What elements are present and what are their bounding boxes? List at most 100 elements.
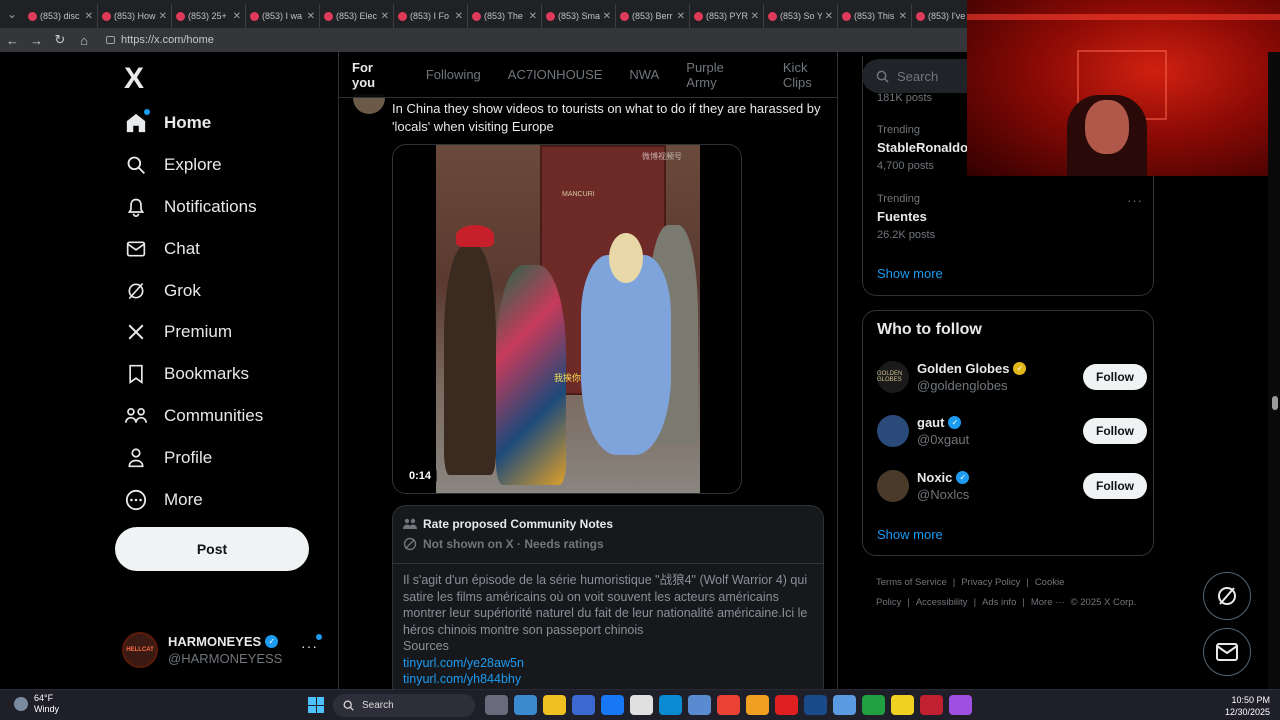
site-info-icon[interactable] xyxy=(106,36,115,44)
browser-tab[interactable]: (853) PYR ✕ xyxy=(690,4,764,28)
sidebar-item-grok[interactable]: Grok xyxy=(124,270,263,312)
taskbar-app-icon[interactable] xyxy=(659,695,682,715)
close-tab-icon[interactable]: ✕ xyxy=(233,11,241,22)
taskbar-app-icon[interactable] xyxy=(804,695,827,715)
page-scrollbar[interactable] xyxy=(1268,52,1280,692)
more-dots-icon[interactable]: ··· xyxy=(301,638,318,654)
footer-link[interactable]: Terms of Service xyxy=(876,577,947,588)
close-tab-icon[interactable]: ✕ xyxy=(159,11,167,22)
taskbar-search[interactable]: Search xyxy=(333,694,475,717)
follow-suggestion[interactable]: Noxic ✓ @Noxlcs Follow xyxy=(877,466,1147,506)
browser-tab[interactable]: (853) How ✕ xyxy=(98,4,172,28)
tab-search-button[interactable]: ⌄ xyxy=(0,0,24,28)
taskbar-app-icon[interactable] xyxy=(601,695,624,715)
close-tab-icon[interactable]: ✕ xyxy=(455,11,463,22)
footer-link[interactable]: Ads info xyxy=(982,597,1016,608)
taskbar-app-icon[interactable] xyxy=(862,695,885,715)
taskbar-app-icon[interactable] xyxy=(949,695,972,715)
tab-kick-clips[interactable]: Kick Clips xyxy=(783,60,837,90)
tab-for-you[interactable]: For you xyxy=(352,60,399,90)
avatar[interactable]: GOLDEN GLOBES xyxy=(877,361,909,393)
close-tab-icon[interactable]: ✕ xyxy=(307,11,315,22)
close-tab-icon[interactable]: ✕ xyxy=(825,11,833,22)
taskbar-app-icon[interactable] xyxy=(746,695,769,715)
taskbar-app-icon[interactable] xyxy=(572,695,595,715)
taskbar-app-icon[interactable] xyxy=(485,695,508,715)
taskbar-app-icon[interactable] xyxy=(775,695,798,715)
url-field[interactable]: https://x.com/home xyxy=(106,34,214,46)
sidebar-item-profile[interactable]: Profile xyxy=(124,437,263,479)
back-icon[interactable]: ← xyxy=(6,33,19,48)
forward-icon[interactable]: → xyxy=(30,33,43,48)
account-switcher[interactable]: HELLCAT HARMONEYES ✓ @HARMONEYESS ··· xyxy=(122,628,332,672)
close-tab-icon[interactable]: ✕ xyxy=(85,11,93,22)
taskbar-app-icon[interactable] xyxy=(920,695,943,715)
browser-tab[interactable]: (853) I Fo ✕ xyxy=(394,4,468,28)
close-tab-icon[interactable]: ✕ xyxy=(529,11,537,22)
sidebar-item-communities[interactable]: Communities xyxy=(124,395,263,437)
browser-tab[interactable]: (853) I wa ✕ xyxy=(246,4,320,28)
browser-tab[interactable]: (853) 25+ ✕ xyxy=(172,4,246,28)
post-video[interactable]: MANCURI 微博视频号 我挨你 0:14 xyxy=(392,144,742,494)
follow-suggestion[interactable]: gaut ✓ @0xgaut Follow xyxy=(877,411,1147,451)
video-watermark: 微博视频号 xyxy=(642,152,682,161)
avatar[interactable] xyxy=(877,415,909,447)
sidebar-item-more[interactable]: More xyxy=(124,479,263,521)
footer-link[interactable]: Privacy Policy xyxy=(961,577,1020,588)
taskbar-app-icon[interactable] xyxy=(891,695,914,715)
who-to-follow-show-more-link[interactable]: Show more xyxy=(877,527,943,542)
tab-nwa[interactable]: NWA xyxy=(629,67,659,82)
close-tab-icon[interactable]: ✕ xyxy=(603,11,611,22)
tab-purple-army[interactable]: Purple Army xyxy=(686,60,756,90)
source-link[interactable]: tinyurl.com/yh844bhy xyxy=(403,671,813,688)
follow-button[interactable]: Follow xyxy=(1083,364,1147,390)
community-note-header[interactable]: Rate proposed Community Notes Not shown … xyxy=(393,506,823,564)
source-link[interactable]: tinyurl.com/ye28aw5n xyxy=(403,655,813,672)
home-browser-icon[interactable]: ⌂ xyxy=(78,33,90,48)
sidebar-item-bookmarks[interactable]: Bookmarks xyxy=(124,353,263,395)
follow-button[interactable]: Follow xyxy=(1083,473,1147,499)
follow-suggestion[interactable]: GOLDEN GLOBES Golden Globes ✓ @goldenglobes… xyxy=(877,357,1147,397)
reload-icon[interactable]: ↻ xyxy=(54,32,66,48)
browser-tab[interactable]: (853) disc ✕ xyxy=(24,4,98,28)
avatar[interactable] xyxy=(877,470,909,502)
tab-following[interactable]: Following xyxy=(426,67,481,82)
trend-more-icon[interactable]: ··· xyxy=(1127,193,1143,208)
browser-tab[interactable]: (853) Elec ✕ xyxy=(320,4,394,28)
sidebar-item-chat[interactable]: Chat xyxy=(124,228,263,270)
x-logo[interactable]: X xyxy=(124,62,144,96)
taskbar-app-icon[interactable] xyxy=(543,695,566,715)
post-button[interactable]: Post xyxy=(115,527,309,571)
browser-tab[interactable]: (853) This ✕ xyxy=(838,4,912,28)
taskbar-app-icon[interactable] xyxy=(688,695,711,715)
taskbar-app-icon[interactable] xyxy=(717,695,740,715)
close-tab-icon[interactable]: ✕ xyxy=(751,11,759,22)
sidebar-item-home[interactable]: Home xyxy=(124,102,263,144)
close-tab-icon[interactable]: ✕ xyxy=(381,11,389,22)
close-tab-icon[interactable]: ✕ xyxy=(899,11,907,22)
taskbar-app-icon[interactable] xyxy=(514,695,537,715)
browser-tab[interactable]: (853) So Y ✕ xyxy=(764,4,838,28)
video-frame[interactable]: MANCURI 微博视频号 我挨你 xyxy=(436,145,700,493)
tab-ac7ionhouse[interactable]: AC7IONHOUSE xyxy=(508,67,603,82)
messages-floating-button[interactable] xyxy=(1203,628,1251,676)
trends-show-more-link[interactable]: Show more xyxy=(877,266,943,281)
trend-item[interactable]: Trending Fuentes 26.2K posts ··· xyxy=(877,193,1147,241)
taskbar-app-icon[interactable] xyxy=(833,695,856,715)
footer-link[interactable]: More ··· xyxy=(1031,597,1065,608)
browser-tab[interactable]: (853) The ✕ xyxy=(468,4,542,28)
follow-button[interactable]: Follow xyxy=(1083,418,1147,444)
sidebar-item-premium[interactable]: Premium xyxy=(124,311,263,353)
weather-widget[interactable]: 64°F Windy xyxy=(14,693,59,715)
browser-tab[interactable]: (853) Berr ✕ xyxy=(616,4,690,28)
grok-floating-button[interactable] xyxy=(1203,572,1251,620)
browser-tab[interactable]: (853) Sma ✕ xyxy=(542,4,616,28)
scrollbar-thumb[interactable] xyxy=(1272,396,1278,410)
footer-link[interactable]: Accessibility xyxy=(916,597,968,608)
windows-start-icon[interactable] xyxy=(308,697,324,713)
taskbar-clock[interactable]: 10:50 PM 12/30/2025 xyxy=(1220,694,1270,718)
taskbar-app-icon[interactable] xyxy=(630,695,653,715)
close-tab-icon[interactable]: ✕ xyxy=(677,11,685,22)
sidebar-item-notifications[interactable]: Notifications xyxy=(124,186,263,228)
sidebar-item-explore[interactable]: Explore xyxy=(124,144,263,186)
